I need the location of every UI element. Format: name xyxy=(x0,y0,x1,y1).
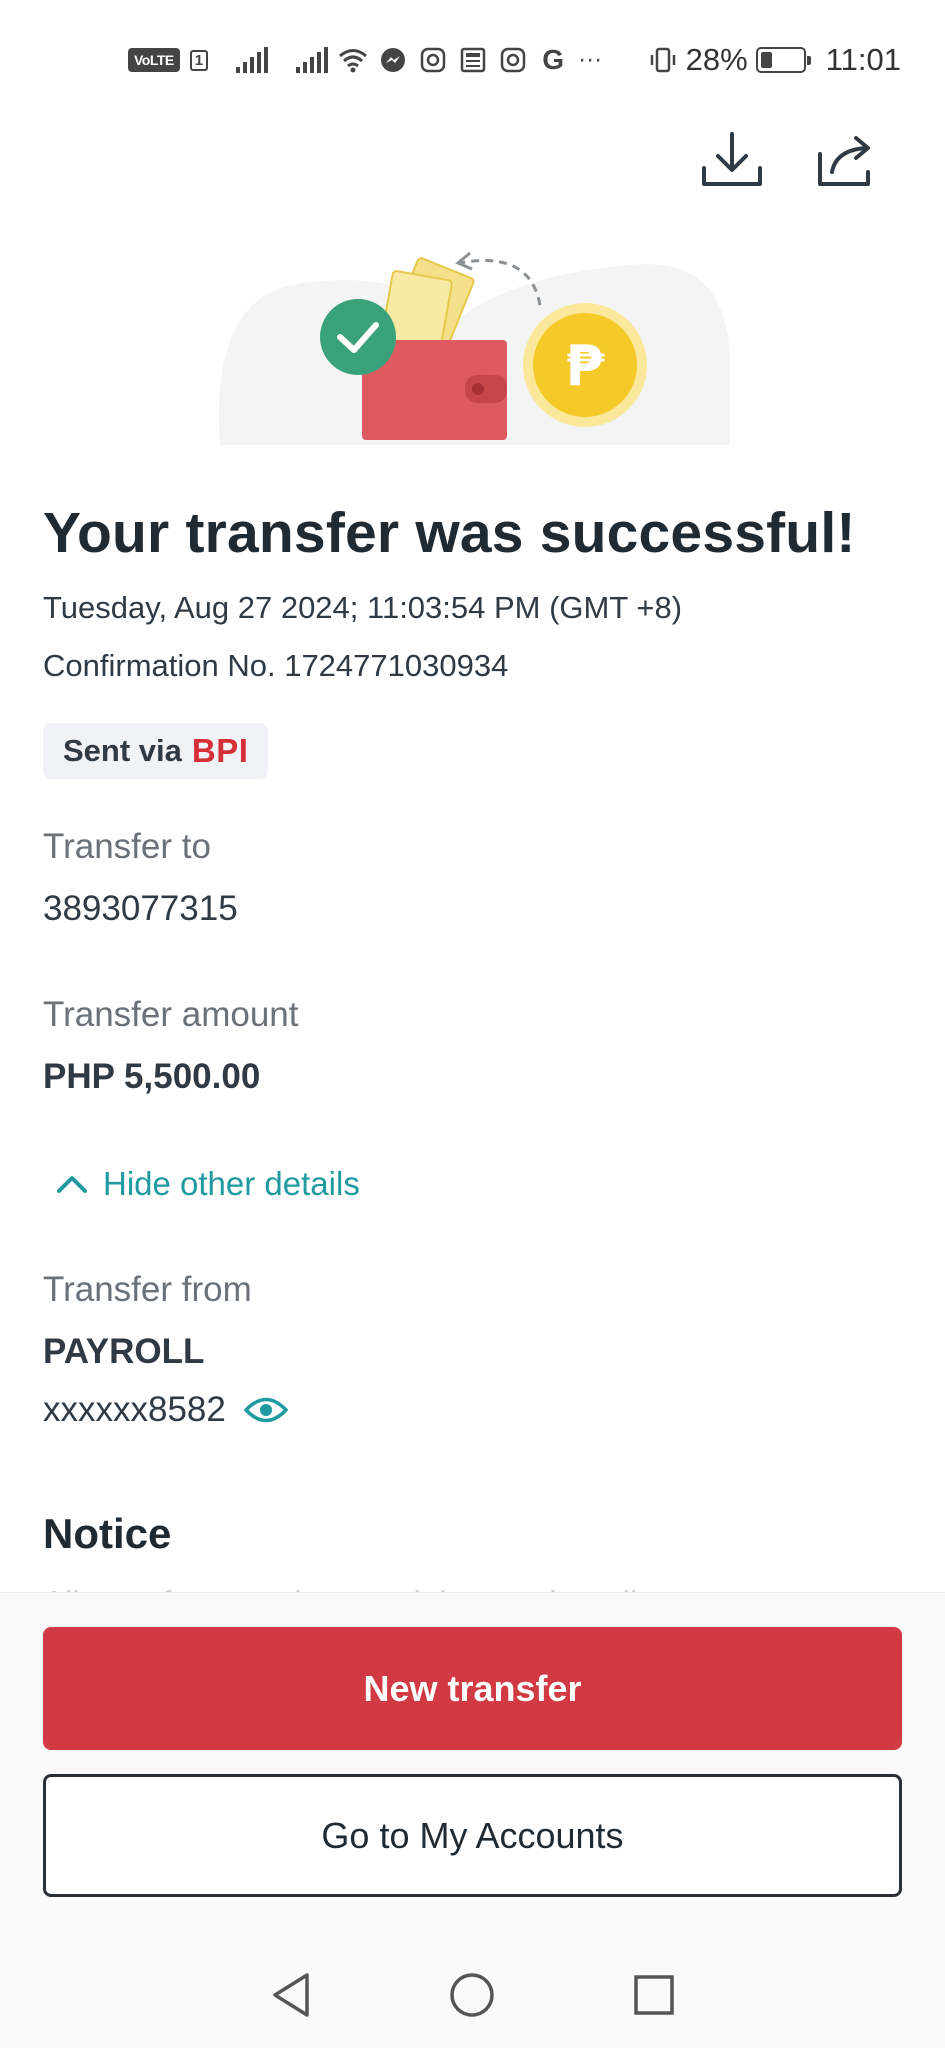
from-account-name: PAYROLL xyxy=(43,1332,205,1371)
from-account-number: xxxxxx8582 xyxy=(43,1390,226,1429)
status-right: 28% 11:01 xyxy=(648,40,901,80)
messenger-icon xyxy=(378,45,408,75)
wifi-icon xyxy=(338,45,368,75)
sent-via-label: Sent via xyxy=(63,733,182,768)
eye-icon[interactable] xyxy=(243,1395,288,1425)
from-account-number-row: xxxxxx8582 xyxy=(43,1385,288,1435)
back-icon[interactable] xyxy=(256,1960,326,2030)
check-circle-icon xyxy=(320,299,396,375)
home-icon[interactable] xyxy=(437,1960,507,2030)
instagram-icon xyxy=(418,45,448,75)
hide-details-toggle[interactable]: Hide other details xyxy=(55,1165,360,1203)
transfer-from-section: Transfer from PAYROLL xxxxxx8582 xyxy=(43,1265,288,1435)
transfer-from-label: Transfer from xyxy=(43,1270,252,1309)
transaction-datetime: Tuesday, Aug 27 2024; 11:03:54 PM (GMT +… xyxy=(43,590,683,625)
recents-icon[interactable] xyxy=(619,1960,689,2030)
chevron-up-icon xyxy=(55,1165,89,1203)
transfer-amount-section: Transfer amount PHP 5,500.00 xyxy=(43,990,298,1102)
status-bar: VoLTE 1 G ··· 28% 11:01 xyxy=(0,0,945,110)
instagram-icon xyxy=(498,45,528,75)
news-icon xyxy=(458,45,488,75)
peso-coin-icon: ₱ xyxy=(523,303,647,427)
transfer-to-label: Transfer to xyxy=(43,827,211,866)
go-to-my-accounts-button[interactable]: Go to My Accounts xyxy=(43,1774,902,1897)
transfer-to-section: Transfer to 3893077315 xyxy=(43,822,238,934)
more-notifications-icon: ··· xyxy=(578,46,603,73)
volte-badge: VoLTE xyxy=(128,48,180,72)
signal-icon xyxy=(236,47,269,73)
transfer-to-value: 3893077315 xyxy=(43,889,238,928)
receipt-header: Your transfer was successful! Tuesday, A… xyxy=(43,495,902,779)
status-left: VoLTE 1 G ··· xyxy=(128,40,602,80)
confirmation-number: Confirmation No. 1724771030934 xyxy=(43,648,509,683)
share-icon[interactable] xyxy=(811,125,881,195)
download-icon[interactable] xyxy=(697,125,767,195)
transfer-amount-label: Transfer amount xyxy=(43,995,299,1034)
battery-percent: 28% xyxy=(685,42,748,77)
google-icon: G xyxy=(542,44,564,75)
svg-text:₱: ₱ xyxy=(566,334,605,399)
new-transfer-button[interactable]: New transfer xyxy=(43,1627,902,1750)
success-illustration: ₱ xyxy=(210,245,730,445)
sent-via-badge: Sent via BPI xyxy=(43,723,269,779)
system-nav-bar xyxy=(0,1942,945,2048)
transfer-amount-value: PHP 5,500.00 xyxy=(43,1057,261,1096)
signal-icon xyxy=(296,47,329,73)
notice-title: Notice xyxy=(43,1510,172,1557)
page-title: Your transfer was successful! xyxy=(43,501,856,565)
top-actions xyxy=(697,125,881,195)
battery-icon xyxy=(755,47,811,73)
hide-details-label: Hide other details xyxy=(103,1165,360,1202)
bpi-logo: BPI xyxy=(191,732,249,769)
vibrate-icon xyxy=(648,45,678,75)
clock: 11:01 xyxy=(825,42,901,77)
sim-indicator: 1 xyxy=(189,49,209,71)
